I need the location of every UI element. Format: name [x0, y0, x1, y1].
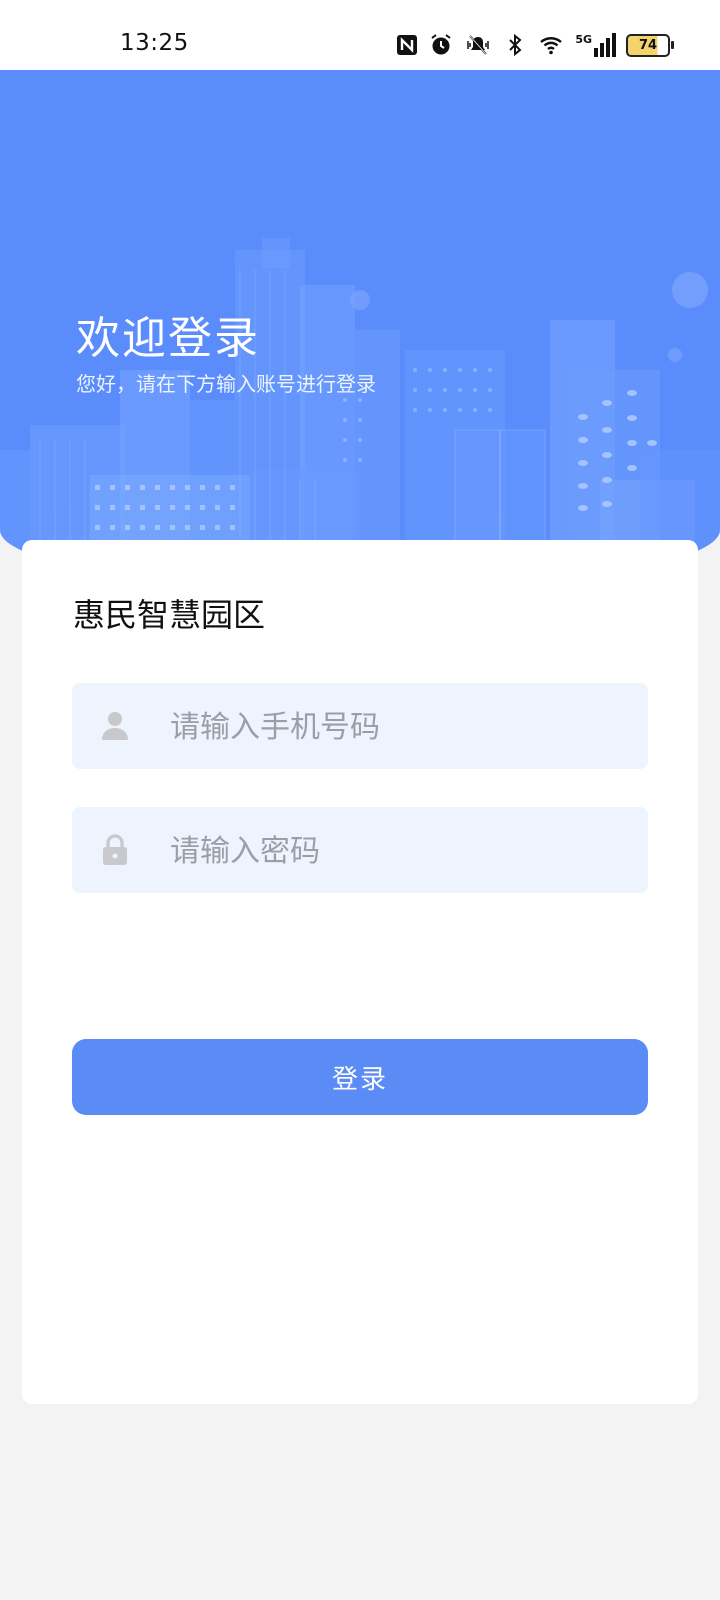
wifi-icon	[540, 37, 563, 55]
status-time: 13:25	[120, 30, 189, 56]
bluetooth-icon	[509, 33, 522, 57]
alarm-icon	[431, 34, 451, 55]
app-name: 惠民智慧园区	[73, 596, 266, 634]
5g-signal-icon: 5G	[575, 33, 616, 57]
battery-icon: 74	[626, 33, 674, 57]
login-button[interactable]: 登录	[72, 1039, 648, 1115]
lock-icon	[103, 834, 127, 865]
phone-field[interactable]	[72, 683, 648, 771]
user-icon	[102, 712, 128, 740]
signal-label: 5G	[575, 33, 592, 46]
welcome-subtitle: 您好，请在下方输入账号进行登录	[76, 372, 376, 396]
battery-level: 74	[638, 37, 658, 53]
nfc-icon	[397, 35, 418, 55]
status-bar: 13:25 5G 74	[0, 0, 720, 70]
hero-banner: 欢迎登录 您好，请在下方输入账号进行登录	[0, 70, 720, 590]
status-icons: 5G 74	[395, 33, 674, 57]
login-card: 惠民智慧园区 登录	[22, 540, 698, 1404]
mute-vibrate-icon	[467, 35, 490, 55]
welcome-title: 欢迎登录	[76, 313, 260, 364]
password-field[interactable]	[72, 807, 648, 895]
phone-input[interactable]	[168, 683, 632, 771]
password-input[interactable]	[168, 807, 632, 895]
